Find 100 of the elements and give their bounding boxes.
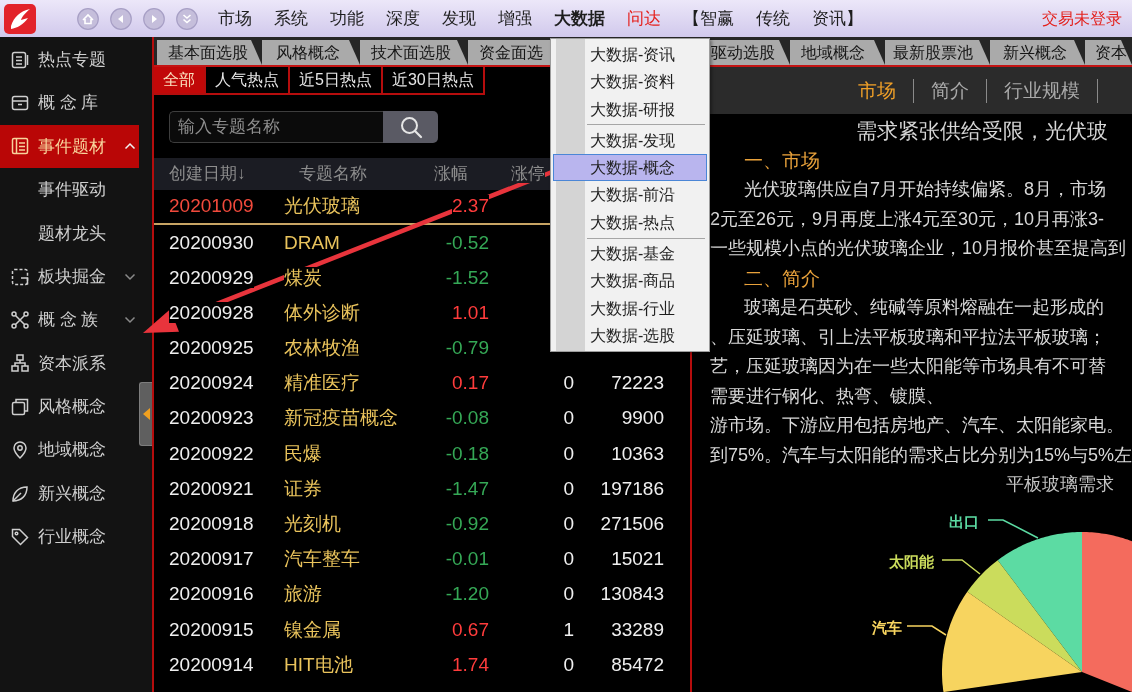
sidebar-item[interactable]: 概 念 族 xyxy=(0,298,139,342)
search-icon xyxy=(398,115,423,139)
menu-item[interactable]: 发现 xyxy=(442,7,476,30)
dashed-square-icon xyxy=(10,266,30,287)
column-header[interactable]: 创建日期↓ xyxy=(154,161,284,187)
tab[interactable]: 行业规模 xyxy=(986,78,1098,103)
hierarchy-icon xyxy=(10,353,30,374)
tab[interactable]: 技术面选股 xyxy=(360,40,468,65)
sidebar-item[interactable]: 事件题材 xyxy=(0,124,139,169)
slice-label: 出口 xyxy=(949,513,979,530)
table-row[interactable]: 20200917 汽车整车 -0.01 0 15021 xyxy=(154,541,690,578)
section-heading: 二、简介 xyxy=(743,266,821,291)
table-row[interactable]: 20200916 旅游 -1.20 0 130843 xyxy=(154,577,690,613)
sidebar-item[interactable]: 资本派系 xyxy=(0,341,139,386)
table-cell-text: 证券 xyxy=(284,476,323,501)
table-row[interactable]: 20200924 精准医疗 0.17 0 72223 xyxy=(154,365,690,402)
menu-item[interactable]: 深度 xyxy=(386,7,420,30)
sidebar-item[interactable]: 行业概念 xyxy=(0,515,139,559)
tab[interactable]: 市场 xyxy=(841,78,913,103)
menu-item[interactable]: 大数据-研报 xyxy=(553,95,707,123)
menu-item[interactable]: 大数据 xyxy=(554,7,605,30)
menu-item[interactable]: 大数据-选股 xyxy=(553,321,707,350)
menu-item[interactable]: 大数据-发现 xyxy=(553,126,707,155)
paragraph-line: 需要进行钢化、热弯、镀膜、 xyxy=(709,384,945,408)
paragraph-line: 2元至26元，9月再度上涨4元至30元，10月再涨3- xyxy=(709,207,1106,231)
leader-line xyxy=(987,519,1039,539)
menu-item[interactable]: 大数据-行业 xyxy=(553,294,707,322)
tab[interactable]: 简介 xyxy=(913,78,986,103)
sidebar-item[interactable]: 风格概念 xyxy=(0,385,139,429)
slice-label: 汽车 xyxy=(872,619,902,636)
table-row[interactable]: 20200923 新冠疫苗概念 -0.08 0 9900 xyxy=(154,401,690,437)
table-row[interactable]: 20200918 光刻机 -0.92 0 271506 xyxy=(154,506,690,542)
column-header[interactable]: 专题名称 xyxy=(284,161,434,187)
search-field[interactable]: 输入专题名称 xyxy=(169,111,383,143)
tab[interactable]: 人气热点 xyxy=(206,67,290,95)
paragraph-line: 一些规模小点的光伏玻璃企业，10月报价甚至提高到 xyxy=(709,237,1128,260)
column-header[interactable]: 涨幅 xyxy=(434,161,489,187)
forward-icon[interactable] xyxy=(143,7,165,30)
triangle-left-icon xyxy=(142,408,150,420)
leaf-icon xyxy=(10,483,30,504)
paragraph-line: 艺，压延玻璃因为在一些太阳能等市场具有不可替 xyxy=(709,355,1107,378)
home-icon[interactable] xyxy=(77,7,99,30)
chevron-up-icon[interactable] xyxy=(124,142,136,151)
table-row[interactable]: 20200921 证券 -1.47 0 197186 xyxy=(154,471,690,507)
menu-item[interactable]: 系统 xyxy=(274,7,308,30)
table-cell-text: 体外诊断 xyxy=(284,300,361,325)
paragraph-line: 光伏玻璃供应自7月开始持续偏紧。8月，市场 xyxy=(743,178,1108,201)
tab[interactable]: 近30日热点 xyxy=(382,67,485,95)
menu-item[interactable]: 增强 xyxy=(498,7,532,30)
section-heading: 一、市场 xyxy=(743,148,821,173)
menu-item[interactable]: 资讯】 xyxy=(812,7,863,30)
tab[interactable]: 资本 xyxy=(1085,40,1132,65)
table-cell-text: HIT电池 xyxy=(284,652,354,677)
tab[interactable]: 基本面选股 xyxy=(157,40,262,65)
tab[interactable]: 最新股票池 xyxy=(885,40,990,65)
leader-line xyxy=(906,625,947,636)
sidebar-item[interactable]: 新兴概念 xyxy=(0,471,139,516)
network-icon xyxy=(10,310,30,331)
table-row[interactable]: 20200915 镍金属 0.67 1 33289 xyxy=(154,612,690,648)
back-icon[interactable] xyxy=(110,7,132,30)
tab[interactable]: 风格概念 xyxy=(262,40,360,65)
collapse-handle[interactable] xyxy=(139,382,152,446)
menu-item[interactable]: 大数据-基金 xyxy=(553,240,707,268)
paragraph-line: 、压延玻璃、引上法平板玻璃和平拉法平板玻璃； xyxy=(709,325,1107,349)
layers-icon xyxy=(10,396,30,417)
menu-item[interactable]: 【智赢 xyxy=(683,7,734,30)
menu-item[interactable]: 大数据-资料 xyxy=(553,68,707,96)
article-title: 需求紧张供给受限，光伏玻 xyxy=(855,118,1109,144)
double-chevron-down-icon[interactable] xyxy=(176,7,198,30)
tab[interactable]: 近5日热点 xyxy=(290,67,383,95)
tab[interactable]: 全部 xyxy=(154,67,206,95)
paragraph-line: 玻璃是石英砂、纯碱等原料熔融在一起形成的 xyxy=(743,296,1105,319)
location-pin-icon xyxy=(10,440,30,461)
tab[interactable]: 地域概念 xyxy=(790,40,885,65)
paragraph-line: 到75%。汽车与太阳能的需求占比分别为15%与5%左 xyxy=(709,443,1132,467)
sidebar-subitem[interactable]: 事件驱动 xyxy=(0,168,139,212)
table-row[interactable]: 20200922 民爆 -0.18 0 10363 xyxy=(154,436,690,472)
list-icon xyxy=(10,136,30,157)
tag-icon xyxy=(10,527,30,547)
app-logo-icon[interactable] xyxy=(4,3,36,34)
sidebar-item[interactable]: 热点专题 xyxy=(0,38,139,82)
chevron-down-icon[interactable] xyxy=(124,272,136,281)
tab[interactable]: 新兴概念 xyxy=(990,40,1085,65)
menu-item[interactable]: 功能 xyxy=(330,7,364,30)
sidebar-subitem[interactable]: 题材龙头 xyxy=(0,211,139,255)
sidebar-item[interactable]: 概 念 库 xyxy=(0,81,139,125)
table-row[interactable]: 20200914 HIT电池 1.74 0 85472 xyxy=(154,647,690,683)
menu-item[interactable]: 大数据-商品 xyxy=(553,267,707,295)
menu-item[interactable]: 市场 xyxy=(218,7,252,30)
menu-item[interactable]: 传统 xyxy=(756,7,790,30)
search-button[interactable] xyxy=(383,111,438,143)
paragraph-line: 游市场。下游应用包括房地产、汽车、太阳能家电。 xyxy=(709,414,1125,437)
sidebar-item[interactable]: 板块掘金 xyxy=(0,254,139,299)
slice-label: 太阳能 xyxy=(889,553,934,570)
menu-item[interactable]: 大数据-概念 xyxy=(553,154,707,182)
sidebar-item[interactable]: 地域概念 xyxy=(0,428,139,472)
table-cell-text: 20200928 xyxy=(168,300,255,325)
table-cell-text: 镍金属 xyxy=(284,617,342,642)
chevron-down-icon[interactable] xyxy=(124,316,136,325)
doc-icon xyxy=(10,49,30,70)
